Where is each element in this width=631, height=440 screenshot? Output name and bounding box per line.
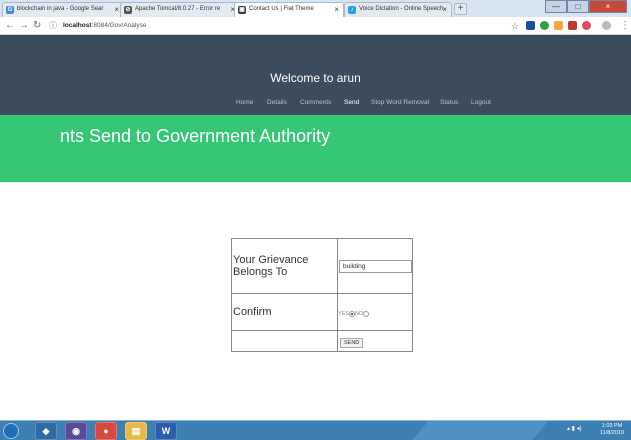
radio-yes-label: YES xyxy=(338,311,350,317)
reload-icon[interactable]: ↻ xyxy=(33,19,41,33)
clock-time: 1:03 PM xyxy=(601,423,623,429)
taskbar: ◆ ◉ ● ▤ W ▴ ▮ ◂) 1:03 PM 11/8/2019 xyxy=(0,420,631,440)
extension-icon[interactable] xyxy=(568,21,577,30)
taskbar-decoration xyxy=(394,421,566,440)
nav-status[interactable]: Status xyxy=(440,99,458,107)
info-icon[interactable]: ⓘ xyxy=(49,19,57,33)
new-tab-button[interactable]: + xyxy=(454,3,467,15)
start-icon[interactable] xyxy=(3,423,19,439)
eclipse-icon[interactable]: ◉ xyxy=(65,422,87,440)
browser-tab-strip: G blockchain in java - Google Sear × ⊘ A… xyxy=(0,0,631,17)
empty-cell xyxy=(231,330,338,352)
radio-yes[interactable] xyxy=(349,310,356,317)
close-window-button[interactable]: × xyxy=(589,0,627,13)
site-title: Welcome to arun xyxy=(270,71,361,85)
page-banner: nts Send to Government Authority xyxy=(0,115,631,182)
send-cell: SEND xyxy=(337,330,413,352)
star-icon[interactable]: ☆ xyxy=(511,19,519,33)
grievance-cell xyxy=(337,238,413,294)
radio-no-label: NO xyxy=(355,311,364,317)
extension-icon[interactable] xyxy=(582,21,591,30)
chrome-icon[interactable]: ● xyxy=(95,422,117,440)
url-host: localhost xyxy=(63,22,92,29)
nav-comments[interactable]: Comments xyxy=(300,99,331,107)
confirm-label: Confirm xyxy=(231,293,338,331)
back-icon[interactable]: ← xyxy=(5,19,15,33)
browser-tab-contact[interactable]: ▣ Contact Us | Flat Theme × xyxy=(234,2,344,17)
browser-tab-google[interactable]: G blockchain in java - Google Sear × xyxy=(2,2,124,17)
close-tab-icon[interactable]: × xyxy=(114,3,119,16)
grievance-input[interactable] xyxy=(339,260,412,273)
site-header: Welcome to arun Home Details Comments Se… xyxy=(0,35,631,115)
address-bar: ← → ↻ ⓘ localhost:8084/Gov/Analyse ☆ ⋮ xyxy=(0,17,631,35)
tab-title: blockchain in java - Google Sear xyxy=(17,6,104,12)
word-icon[interactable]: W xyxy=(155,422,177,440)
clock[interactable]: 1:03 PM 11/8/2019 xyxy=(594,423,630,437)
virtualbox-icon[interactable]: ◆ xyxy=(35,422,57,440)
browser-tab-voice[interactable]: ♪ Voice Dictation - Online Speech × xyxy=(344,2,452,17)
tray-icons[interactable]: ▴ ▮ ◂) xyxy=(567,425,582,432)
explorer-icon[interactable]: ▤ xyxy=(125,422,147,440)
google-icon: G xyxy=(6,6,14,14)
nav-home[interactable]: Home xyxy=(236,99,253,107)
nav-stop-word-removal[interactable]: Stop Word Removal xyxy=(371,99,429,107)
confirm-radio-group: YES NO xyxy=(338,310,370,317)
profile-icon[interactable] xyxy=(602,21,611,30)
browser-tab-tomcat[interactable]: ⊘ Apache Tomcat/8.0.27 - Error re × xyxy=(120,2,240,17)
tomcat-icon: ⊘ xyxy=(124,6,132,14)
maximize-button[interactable]: □ xyxy=(567,0,589,13)
url-path: :8084/Gov/Analyse xyxy=(91,22,147,29)
minimize-button[interactable]: — xyxy=(545,0,567,13)
nav-details[interactable]: Details xyxy=(267,99,287,107)
confirm-cell: YES NO xyxy=(337,293,413,331)
close-tab-icon[interactable]: × xyxy=(442,3,447,16)
clock-date: 11/8/2019 xyxy=(599,430,625,436)
tab-title: Contact Us | Flat Theme xyxy=(249,6,314,12)
url-field[interactable]: localhost:8084/Gov/Analyse xyxy=(63,20,146,32)
nav-send[interactable]: Send xyxy=(344,99,359,107)
page-icon: ▣ xyxy=(238,6,246,14)
send-button[interactable]: SEND xyxy=(340,337,364,348)
extension-icon[interactable] xyxy=(526,21,535,30)
grievance-label: Your Grievance Belongs To xyxy=(231,238,338,294)
tab-title: Apache Tomcat/8.0.27 - Error re xyxy=(135,6,221,12)
nav-logout[interactable]: Logout xyxy=(471,99,491,107)
radio-no[interactable] xyxy=(363,310,370,317)
extension-icon[interactable] xyxy=(554,21,563,30)
mic-icon: ♪ xyxy=(348,6,356,14)
menu-icon[interactable]: ⋮ xyxy=(620,19,630,33)
close-tab-icon[interactable]: × xyxy=(334,3,339,16)
grievance-form: Your Grievance Belongs To Confirm YESNO … xyxy=(231,238,413,352)
tab-title: Voice Dictation - Online Speech xyxy=(359,6,444,12)
page-title: nts Send to Government Authority xyxy=(60,126,331,146)
extension-icon[interactable] xyxy=(540,21,549,30)
forward-icon[interactable]: → xyxy=(19,19,29,33)
